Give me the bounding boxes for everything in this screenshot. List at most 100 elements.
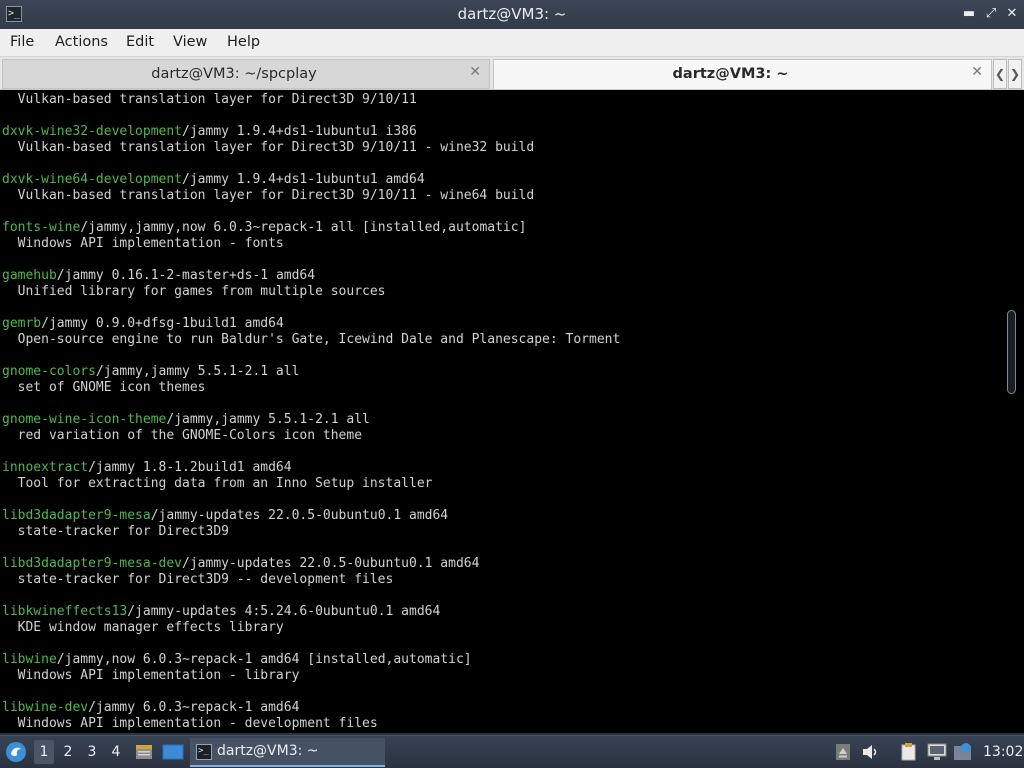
menu-bar: File Actions Edit View Help xyxy=(0,29,1024,57)
tab-scroll-left-icon[interactable]: ❮ xyxy=(993,59,1007,89)
terminal-line: innoextract/jammy 1.8-1.2build1 amd64 xyxy=(2,460,292,476)
line-text: /jammy 6.0.3~repack-1 amd64 xyxy=(88,700,300,715)
terminal-line: dxvk-wine64-development/jammy 1.9.4+ds1-… xyxy=(2,172,425,188)
file-manager-icon[interactable] xyxy=(134,742,154,762)
workspace-2[interactable]: 2 xyxy=(58,740,78,764)
line-text: Windows API implementation - library xyxy=(2,668,300,683)
line-text: Vulkan-based translation layer for Direc… xyxy=(2,188,535,203)
line-text: /jammy-updates 22.0.5-0ubuntu0.1 amd64 xyxy=(150,508,449,523)
line-text: state-tracker for Direct3D9 -- developme… xyxy=(2,572,394,587)
line-text: Windows API implementation - development… xyxy=(2,716,378,731)
workspace-1[interactable]: 1 xyxy=(34,740,54,764)
workspace-4[interactable]: 4 xyxy=(106,740,126,764)
terminal-icon: >_ xyxy=(196,744,212,760)
tab-label: dartz@VM3: ~/spcplay xyxy=(151,66,317,82)
maximize-button[interactable]: ⤢ xyxy=(982,4,1000,24)
menu-actions[interactable]: Actions xyxy=(55,34,108,50)
taskbar-terminal-task[interactable]: >_ dartz@VM3: ~ xyxy=(190,738,385,767)
terminal-line: libd3dadapter9-mesa-dev/jammy-updates 22… xyxy=(2,556,479,572)
line-text: red variation of the GNOME-Colors icon t… xyxy=(2,428,363,443)
terminal-line: Windows API implementation - development… xyxy=(2,716,378,732)
tab-spcplay[interactable]: dartz@VM3: ~/spcplay ✕ xyxy=(2,59,490,89)
terminal-line: dxvk-wine32-development/jammy 1.9.4+ds1-… xyxy=(2,124,417,140)
terminal-line: fonts-wine/jammy,jammy,now 6.0.3~repack-… xyxy=(2,220,526,236)
line-text: /jammy-updates 22.0.5-0ubuntu0.1 amd64 xyxy=(182,556,480,571)
line-text: state-tracker for Direct3D9 xyxy=(2,524,229,539)
terminal-line: Vulkan-based translation layer for Direc… xyxy=(2,140,535,156)
terminal-output[interactable]: Vulkan-based translation layer for Direc… xyxy=(0,90,1024,733)
terminal-line: libwine/jammy,now 6.0.3~repack-1 amd64 [… xyxy=(2,652,472,668)
terminal-line: libkwineffects13/jammy-updates 4:5.24.6-… xyxy=(2,604,440,620)
tab-close-icon[interactable]: ✕ xyxy=(469,64,481,80)
tab-close-icon[interactable]: ✕ xyxy=(971,64,983,80)
clipboard-icon[interactable] xyxy=(899,742,919,762)
package-name: libkwineffects13 xyxy=(2,604,128,619)
package-name: libd3dadapter9-mesa-dev xyxy=(2,556,183,571)
package-name: gamehub xyxy=(2,268,57,283)
terminal-line: Open-source engine to run Baldur's Gate,… xyxy=(2,332,621,348)
terminal-line: gamehub/jammy 0.16.1-2-master+ds-1 amd64 xyxy=(2,268,315,284)
line-text: /jammy 0.16.1-2-master+ds-1 amd64 xyxy=(56,268,316,283)
volume-icon[interactable] xyxy=(862,744,880,760)
package-name: dxvk-wine32-development xyxy=(2,124,183,139)
line-text: /jammy 1.9.4+ds1-1ubuntu1 amd64 xyxy=(182,172,425,187)
terminal-line: Vulkan-based translation layer for Direc… xyxy=(2,92,417,108)
start-menu-icon[interactable] xyxy=(5,741,27,763)
package-name: gemrb xyxy=(2,316,42,331)
terminal-line: libwine-dev/jammy 6.0.3~repack-1 amd64 xyxy=(2,700,299,716)
package-name: dxvk-wine64-development xyxy=(2,172,183,187)
close-window-button[interactable]: ✕ xyxy=(1003,4,1021,24)
menu-view[interactable]: View xyxy=(173,34,207,50)
line-text: set of GNOME icon themes xyxy=(2,380,206,395)
terminal-line: Unified library for games from multiple … xyxy=(2,284,386,300)
terminal-line: set of GNOME icon themes xyxy=(2,380,206,396)
line-text: /jammy,jammy,now 6.0.3~repack-1 all [ins… xyxy=(80,220,527,235)
line-text: Open-source engine to run Baldur's Gate,… xyxy=(2,332,621,347)
terminal-line: Windows API implementation - fonts xyxy=(2,236,284,252)
line-text: Windows API implementation - fonts xyxy=(2,236,284,251)
tab-label: dartz@VM3: ~ xyxy=(672,66,789,82)
terminal-line: state-tracker for Direct3D9 xyxy=(2,524,229,540)
terminal-line: Windows API implementation - library xyxy=(2,668,300,684)
line-text: /jammy 1.9.4+ds1-1ubuntu1 i386 xyxy=(182,124,417,139)
line-text: Vulkan-based translation layer for Direc… xyxy=(2,140,535,155)
package-name: innoextract xyxy=(2,460,89,475)
line-text: Unified library for games from multiple … xyxy=(2,284,386,299)
tab-bar: dartz@VM3: ~/spcplay ✕ dartz@VM3: ~ ✕ ❮ … xyxy=(0,57,1024,90)
terminal-line: KDE window manager effects library xyxy=(2,620,284,636)
terminal-line: Tool for extracting data from an Inno Se… xyxy=(2,476,433,492)
updates-icon[interactable] xyxy=(953,742,973,762)
line-text: /jammy,jammy 5.5.1-2.1 all xyxy=(95,364,300,379)
line-text: KDE window manager effects library xyxy=(2,620,284,635)
tab-scroll-right-icon[interactable]: ❯ xyxy=(1008,59,1022,89)
line-text: /jammy,now 6.0.3~repack-1 amd64 [install… xyxy=(56,652,472,667)
package-name: gnome-colors xyxy=(2,364,96,379)
eject-icon[interactable] xyxy=(836,744,850,760)
package-name: libwine xyxy=(2,652,57,667)
scrollbar-thumb[interactable] xyxy=(1007,310,1016,394)
package-name: libwine-dev xyxy=(2,700,89,715)
minimize-button[interactable]: ▬ xyxy=(960,4,978,24)
menu-file[interactable]: File xyxy=(10,34,34,50)
show-desktop-icon[interactable] xyxy=(162,742,184,762)
line-text: Vulkan-based translation layer for Direc… xyxy=(2,92,417,107)
package-name: libd3dadapter9-mesa xyxy=(2,508,151,523)
window-title: dartz@VM3: ~ xyxy=(457,5,567,23)
package-name: fonts-wine xyxy=(2,220,81,235)
line-text: /jammy,jammy 5.5.1-2.1 all xyxy=(166,412,370,427)
package-name: gnome-wine-icon-theme xyxy=(2,412,167,427)
line-text: /jammy-updates 4:5.24.6-0ubuntu0.1 amd64 xyxy=(127,604,441,619)
window-titlebar: >_ dartz@VM3: ~ ▬ ⤢ ✕ xyxy=(0,0,1024,29)
line-text: Tool for extracting data from an Inno Se… xyxy=(2,476,433,491)
line-text: /jammy 1.8-1.2build1 amd64 xyxy=(88,460,292,475)
terminal-line: state-tracker for Direct3D9 -- developme… xyxy=(2,572,394,588)
tab-home[interactable]: dartz@VM3: ~ ✕ xyxy=(493,59,992,89)
workspace-3[interactable]: 3 xyxy=(82,740,102,764)
terminal-line: Vulkan-based translation layer for Direc… xyxy=(2,188,535,204)
line-text: /jammy 0.9.0+dfsg-1build1 amd64 xyxy=(41,316,284,331)
terminal-line: red variation of the GNOME-Colors icon t… xyxy=(2,428,362,444)
network-icon[interactable] xyxy=(927,743,947,761)
terminal-line: gemrb/jammy 0.9.0+dfsg-1build1 amd64 xyxy=(2,316,284,332)
menu-help[interactable]: Help xyxy=(227,34,260,50)
menu-edit[interactable]: Edit xyxy=(126,34,154,50)
